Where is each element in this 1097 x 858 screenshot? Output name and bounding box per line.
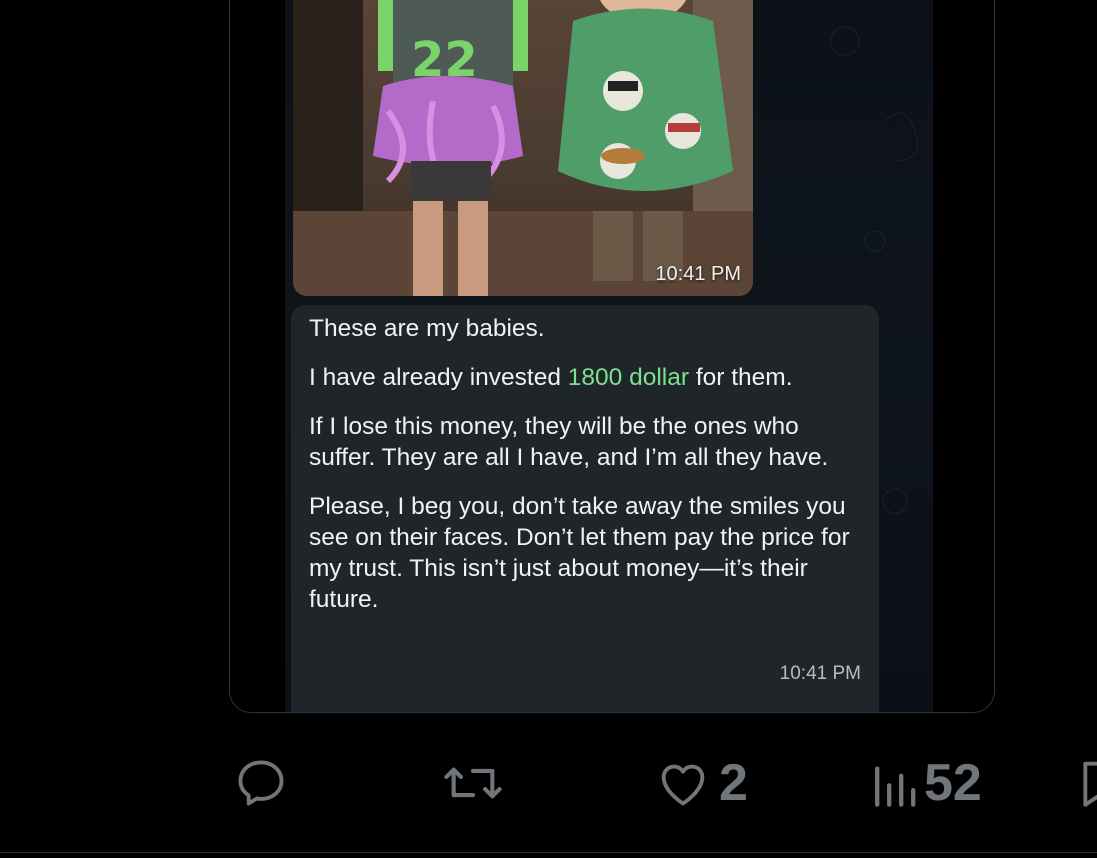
message-paragraph: I have already invested 1800 dollar for …	[309, 362, 861, 393]
like-count: 2	[719, 754, 748, 812]
repost-button[interactable]	[440, 754, 506, 812]
message-text: for them.	[689, 364, 793, 391]
reply-button[interactable]	[232, 754, 290, 812]
highlighted-amount: 1800 dollar	[567, 364, 690, 391]
message-paragraph: If I lose this money, they will be the o…	[309, 413, 829, 471]
reply-icon	[238, 760, 284, 806]
post-page: 22 10:41 PM These are my babies. I have …	[0, 0, 1097, 858]
message-timestamp: 10:41 PM	[779, 663, 861, 684]
post-action-bar: 2 52	[0, 740, 1097, 830]
message-paragraph: Please, I beg you, don’t take away the s…	[309, 493, 850, 613]
bookmark-icon	[1083, 761, 1097, 807]
views-icon	[875, 766, 916, 807]
chat-screenshot: 22 10:41 PM These are my babies. I have …	[285, 0, 933, 712]
repost-icon	[444, 767, 502, 799]
divider	[0, 852, 1097, 853]
photo-timestamp: 10:41 PM	[655, 263, 741, 285]
message-text: I have already invested	[309, 364, 568, 391]
children-photo: 22	[293, 0, 753, 296]
bookmark-button[interactable]	[1080, 754, 1097, 812]
like-button[interactable]: 2	[653, 754, 748, 812]
post-media[interactable]: 22 10:41 PM These are my babies. I have …	[229, 0, 995, 713]
heart-icon	[661, 764, 705, 806]
message-paragraph: These are my babies.	[309, 315, 545, 342]
text-message[interactable]: These are my babies. I have already inve…	[291, 305, 879, 712]
photo-message[interactable]: 22 10:41 PM	[293, 0, 753, 296]
views-button[interactable]: 52	[870, 754, 982, 812]
views-count: 52	[924, 754, 982, 812]
